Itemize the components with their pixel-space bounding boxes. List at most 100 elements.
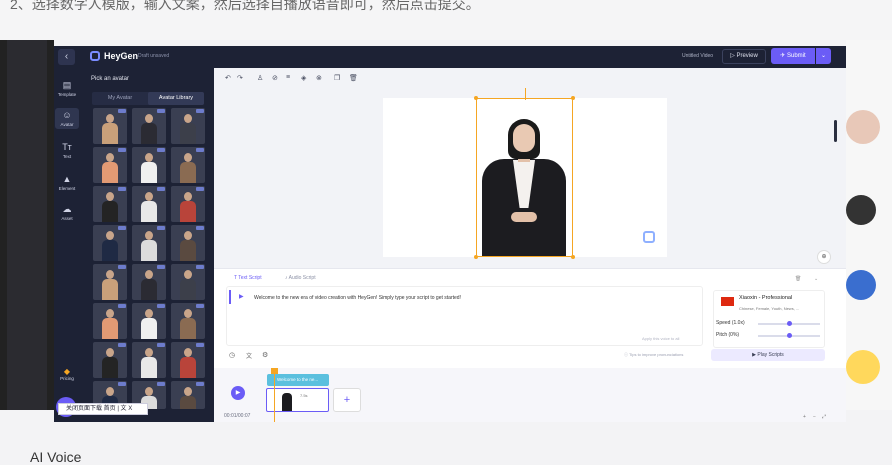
avatar-thumbnail[interactable] xyxy=(93,342,127,378)
hide-icon[interactable]: ⊗ xyxy=(316,74,322,82)
thumbnail-head xyxy=(145,192,153,201)
tab-audio-script[interactable]: ♪ Audio Script xyxy=(285,275,316,281)
thumbnail-head xyxy=(184,348,192,357)
nav-avatar[interactable]: ☺ Avatar xyxy=(55,108,79,129)
text-icon: Tт xyxy=(62,142,72,152)
avatar-thumbnail[interactable] xyxy=(171,342,205,378)
avatar-thumbnail[interactable] xyxy=(93,225,127,261)
thumbnail-head xyxy=(145,114,153,123)
avatar-thumbnail[interactable] xyxy=(171,225,205,261)
avatar-thumbnail[interactable] xyxy=(93,147,127,183)
submit-dropdown-chevron-icon[interactable]: ⌄ xyxy=(816,48,831,64)
add-scene-button[interactable]: + xyxy=(333,388,361,412)
avatar-thumbnail[interactable] xyxy=(132,342,166,378)
submit-label: Submit xyxy=(787,53,806,59)
nav-element[interactable]: ▲ Element xyxy=(54,174,80,191)
clip-label[interactable]: Welcome to the ne... xyxy=(267,374,329,386)
resize-handle[interactable] xyxy=(474,96,478,100)
hd-badge-icon xyxy=(118,187,126,191)
zoom-out-icon[interactable]: − xyxy=(813,414,816,420)
play-scripts-label: Play Scripts xyxy=(757,352,784,358)
hd-badge-icon xyxy=(157,187,165,191)
avatar-thumbnail[interactable] xyxy=(93,264,127,300)
pitch-slider-knob[interactable] xyxy=(787,333,792,338)
thumbnail-head xyxy=(184,231,192,240)
scene-clip[interactable] xyxy=(266,388,329,412)
video-title[interactable]: Untitled Video xyxy=(682,53,713,59)
thumbnail-head xyxy=(106,153,114,162)
hd-badge-icon xyxy=(118,265,126,269)
speed-slider-knob[interactable] xyxy=(787,321,792,326)
playhead-line xyxy=(274,372,275,422)
undo-icon[interactable]: ↶ xyxy=(225,74,231,82)
layers-icon[interactable]: ◈ xyxy=(301,74,306,82)
resize-handle[interactable] xyxy=(571,255,575,259)
avatar-thumbnail[interactable] xyxy=(171,147,205,183)
nav-pricing[interactable]: ◆ Pricing xyxy=(56,367,78,381)
clock-icon[interactable]: ◷ xyxy=(229,351,235,359)
hd-badge-icon xyxy=(196,148,204,152)
avatar-thumbnail[interactable] xyxy=(132,108,166,144)
thumbnail-body xyxy=(102,240,118,261)
person-icon[interactable]: ♙ xyxy=(257,74,263,82)
avatar-selection-box[interactable] xyxy=(476,98,573,257)
avatar-thumbnail[interactable] xyxy=(171,381,205,409)
align-icon[interactable]: ≡ xyxy=(286,74,290,81)
chevron-down-icon[interactable]: ⌄ xyxy=(814,276,818,282)
tab-avatar-library[interactable]: Avatar Library xyxy=(148,92,204,105)
hd-badge-icon xyxy=(118,148,126,152)
avatar-thumbnail[interactable] xyxy=(132,303,166,339)
avatar-thumbnail[interactable] xyxy=(171,108,205,144)
submit-button[interactable]: ✈ Submit xyxy=(771,48,815,64)
resize-handle[interactable] xyxy=(474,255,478,259)
nav-label: Avatar xyxy=(60,122,74,127)
nav-template[interactable]: ▤ Template xyxy=(54,80,80,97)
back-button[interactable]: ‹ xyxy=(58,49,75,65)
zoom-icon[interactable]: ⊕ xyxy=(817,250,831,264)
avatar-thumbnail[interactable] xyxy=(93,186,127,222)
hd-badge-icon xyxy=(157,226,165,230)
delete-icon[interactable]: 🗑 xyxy=(349,74,358,82)
background-header: 2、选择数字人模版，输入文案，然后选择自播放语音即可，然后点击提交。 xyxy=(0,0,892,40)
avatar-thumbnail[interactable] xyxy=(132,147,166,183)
apply-voice-all[interactable]: Apply this voice to all xyxy=(642,336,679,341)
nav-text[interactable]: Tт Text xyxy=(54,142,80,159)
tab-my-avatar[interactable]: My Avatar xyxy=(92,92,148,105)
resize-handle[interactable] xyxy=(571,96,575,100)
side-avatar-2 xyxy=(846,195,876,225)
tab-text-script[interactable]: T Text Script xyxy=(234,275,262,281)
avatar-thumbnail[interactable] xyxy=(171,186,205,222)
pronunciation-tips[interactable]: ⓘ Tips to improve pronunciations xyxy=(624,352,683,358)
link-icon[interactable]: ⊘ xyxy=(272,74,278,82)
browser-floating-toolbar[interactable]: 关闭页面下载 首页 | 文 X xyxy=(58,403,148,415)
avatar-thumbnail[interactable] xyxy=(132,225,166,261)
redo-icon[interactable]: ↷ xyxy=(237,74,243,82)
thumbnail-body xyxy=(180,318,196,339)
avatar-thumbnail[interactable] xyxy=(171,264,205,300)
trash-icon[interactable]: 🗑 xyxy=(795,276,801,282)
play-scripts-button[interactable]: ▶ Play Scripts xyxy=(711,349,825,361)
settings-icon[interactable]: ⚙ xyxy=(262,351,268,359)
script-play-icon[interactable]: ▶ xyxy=(239,293,244,300)
fit-icon[interactable]: ⤢ xyxy=(822,414,826,420)
scrollbar[interactable] xyxy=(834,120,837,142)
watermark-logo-icon xyxy=(643,231,655,243)
avatar-thumbnail[interactable] xyxy=(171,303,205,339)
hd-badge-icon xyxy=(157,148,165,152)
background-left-panel xyxy=(7,40,47,410)
avatar-tabs: My Avatar Avatar Library xyxy=(92,92,204,105)
thumbnail-body xyxy=(141,162,157,183)
avatar-thumbnail[interactable] xyxy=(93,303,127,339)
timeline-play-button[interactable]: ▶ xyxy=(231,386,245,400)
zoom-in-icon[interactable]: + xyxy=(803,414,806,420)
avatar-thumbnail[interactable] xyxy=(132,264,166,300)
copy-icon[interactable]: ❐ xyxy=(334,74,340,82)
translate-icon[interactable]: 文 xyxy=(246,351,252,360)
script-text[interactable]: Welcome to the new era of video creation… xyxy=(254,295,461,301)
hd-badge-icon xyxy=(157,109,165,113)
avatar-thumbnail[interactable] xyxy=(132,186,166,222)
preview-button[interactable]: ▷ Preview xyxy=(722,49,766,64)
nav-asset[interactable]: ☁ Asset xyxy=(54,204,80,221)
avatar-thumbnail[interactable] xyxy=(93,108,127,144)
top-bar: ‹ HeyGen Draft unsaved Untitled Video ▷ … xyxy=(54,46,846,68)
